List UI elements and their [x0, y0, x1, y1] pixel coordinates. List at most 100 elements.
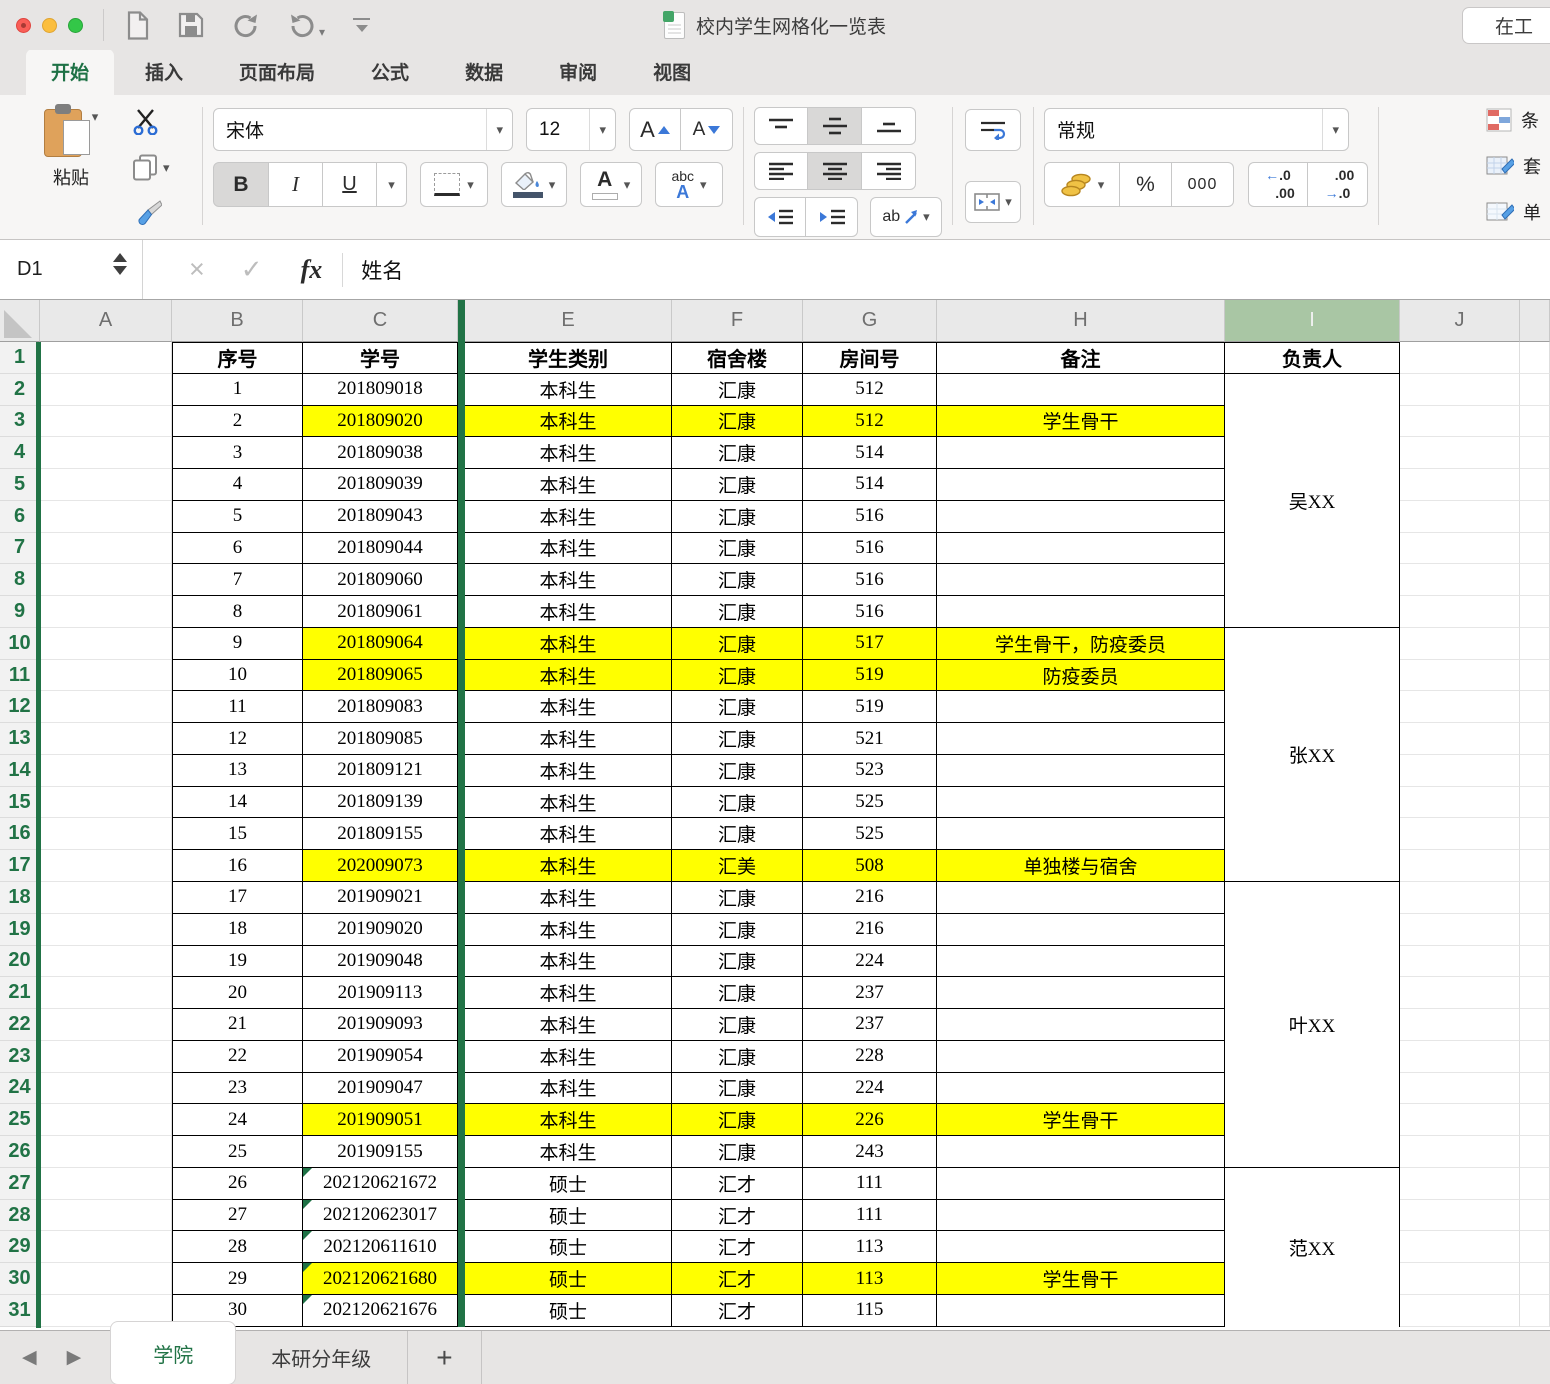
undo-dropdown-icon[interactable]: ▾	[319, 25, 325, 39]
cell-G7[interactable]: 516	[803, 533, 937, 565]
cell-K29[interactable]	[1520, 1231, 1550, 1263]
toolbar-more-button[interactable]	[353, 18, 370, 32]
cell-E15[interactable]: 本科生	[465, 787, 672, 819]
confirm-entry-icon[interactable]: ✓	[241, 254, 263, 285]
cell-G27[interactable]: 111	[803, 1168, 937, 1200]
cell-C31[interactable]: 202120621676	[303, 1295, 458, 1327]
cell-C4[interactable]: 201809038	[303, 437, 458, 469]
cell-A8[interactable]	[40, 564, 172, 596]
cell-A6[interactable]	[40, 501, 172, 533]
cell-C28[interactable]: 202120623017	[303, 1200, 458, 1232]
increase-font-button[interactable]: A	[629, 108, 681, 151]
align-center-button[interactable]	[808, 152, 862, 190]
cell-A2[interactable]	[40, 374, 172, 406]
cell-A20[interactable]	[40, 946, 172, 978]
ribbon-tab-开始[interactable]: 开始	[26, 49, 114, 95]
cell-E11[interactable]: 本科生	[465, 660, 672, 692]
cell-F20[interactable]: 汇康	[672, 946, 803, 978]
cell-A14[interactable]	[40, 755, 172, 787]
cell-B6[interactable]: 5	[172, 501, 303, 533]
cell-A26[interactable]	[40, 1136, 172, 1168]
cell-F18[interactable]: 汇康	[672, 882, 803, 914]
cell-J26[interactable]	[1400, 1136, 1520, 1168]
conditional-formatting-button[interactable]: 条	[1486, 107, 1550, 133]
select-all-corner[interactable]	[0, 300, 40, 342]
cell-C6[interactable]: 201809043	[303, 501, 458, 533]
cell-K25[interactable]	[1520, 1104, 1550, 1136]
cell-B5[interactable]: 4	[172, 469, 303, 501]
cell-F28[interactable]: 汇才	[672, 1200, 803, 1232]
cell-C23[interactable]: 201909054	[303, 1041, 458, 1073]
cell-H17[interactable]: 单独楼与宿舍	[937, 850, 1225, 882]
column-header-partial[interactable]	[1520, 300, 1550, 342]
cell-B24[interactable]: 23	[172, 1073, 303, 1105]
ribbon-tab-数据[interactable]: 数据	[440, 49, 528, 95]
header-cell-G1[interactable]: 房间号	[803, 342, 937, 374]
cell-H16[interactable]	[937, 818, 1225, 850]
cell-E10[interactable]: 本科生	[465, 628, 672, 660]
cell-J5[interactable]	[1400, 469, 1520, 501]
column-header-F[interactable]: F	[672, 300, 803, 342]
cell-G19[interactable]: 216	[803, 914, 937, 946]
cell-C25[interactable]: 201909051	[303, 1104, 458, 1136]
cell-J25[interactable]	[1400, 1104, 1520, 1136]
cell-K13[interactable]	[1520, 723, 1550, 755]
cell-H31[interactable]	[937, 1295, 1225, 1327]
name-box[interactable]: D1	[0, 240, 143, 299]
cell-B19[interactable]: 18	[172, 914, 303, 946]
cell-G20[interactable]: 224	[803, 946, 937, 978]
next-sheet-icon[interactable]: ▶	[67, 1346, 82, 1369]
decrease-decimal-button[interactable]: ←.0 .00	[1248, 162, 1308, 207]
cell-E13[interactable]: 本科生	[465, 723, 672, 755]
increase-decimal-button[interactable]: .00 →.0	[1308, 162, 1368, 207]
cell-B27[interactable]: 26	[172, 1168, 303, 1200]
cell-G31[interactable]: 115	[803, 1295, 937, 1327]
cell-B4[interactable]: 3	[172, 437, 303, 469]
cell-J21[interactable]	[1400, 977, 1520, 1009]
cell-K9[interactable]	[1520, 596, 1550, 628]
cell-A19[interactable]	[40, 914, 172, 946]
sheet-tab-inactive[interactable]: 本研分年级	[235, 1331, 408, 1384]
ribbon-tab-页面布局[interactable]: 页面布局	[214, 49, 340, 95]
cell-E3[interactable]: 本科生	[465, 406, 672, 438]
cell-H22[interactable]	[937, 1009, 1225, 1041]
cell-G26[interactable]: 243	[803, 1136, 937, 1168]
cell-H15[interactable]	[937, 787, 1225, 819]
cell-A9[interactable]	[40, 596, 172, 628]
cell-B23[interactable]: 22	[172, 1041, 303, 1073]
header-cell-I1[interactable]: 负责人	[1225, 342, 1400, 374]
cell-J14[interactable]	[1400, 755, 1520, 787]
cell-J30[interactable]	[1400, 1263, 1520, 1295]
cell-H3[interactable]: 学生骨干	[937, 406, 1225, 438]
cell-F25[interactable]: 汇康	[672, 1104, 803, 1136]
cell-A10[interactable]	[40, 628, 172, 660]
wrap-text-button[interactable]	[965, 109, 1021, 151]
cell-A13[interactable]	[40, 723, 172, 755]
increase-indent-button[interactable]	[806, 197, 858, 237]
cell-G18[interactable]: 216	[803, 882, 937, 914]
cell-E18[interactable]: 本科生	[465, 882, 672, 914]
cell-F7[interactable]: 汇康	[672, 533, 803, 565]
cell-F14[interactable]: 汇康	[672, 755, 803, 787]
thousands-format-button[interactable]: 000	[1172, 162, 1234, 207]
cell-G12[interactable]: 519	[803, 691, 937, 723]
cell-F17[interactable]: 汇美	[672, 850, 803, 882]
change-case-button[interactable]: abc A ▾	[655, 162, 723, 207]
cell-G25[interactable]: 226	[803, 1104, 937, 1136]
cell-I2-merged[interactable]: 吴XX	[1225, 374, 1400, 628]
cell-J2[interactable]	[1400, 374, 1520, 406]
row-header-4[interactable]: 4	[0, 437, 40, 469]
fill-color-button[interactable]: ▾	[501, 162, 567, 207]
ribbon-tab-审阅[interactable]: 审阅	[534, 49, 622, 95]
underline-button[interactable]: U	[323, 162, 377, 207]
cell-B7[interactable]: 6	[172, 533, 303, 565]
add-sheet-button[interactable]: +	[408, 1331, 481, 1384]
cell-E16[interactable]: 本科生	[465, 818, 672, 850]
column-header-C[interactable]: C	[303, 300, 458, 342]
sheet-tab-active[interactable]: 学院	[111, 1322, 235, 1384]
cell-G23[interactable]: 228	[803, 1041, 937, 1073]
cell-A29[interactable]	[40, 1231, 172, 1263]
cell-C8[interactable]: 201809060	[303, 564, 458, 596]
cell-K31[interactable]	[1520, 1295, 1550, 1327]
cell-B15[interactable]: 14	[172, 787, 303, 819]
